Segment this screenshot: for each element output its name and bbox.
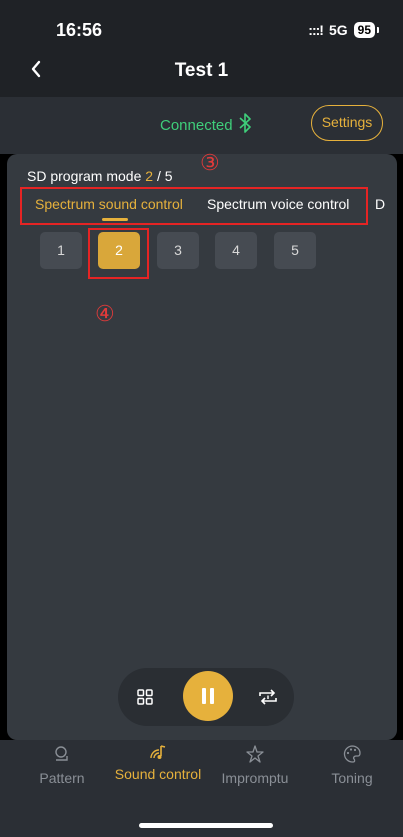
home-indicator[interactable]: [139, 823, 273, 828]
program-separator: /: [153, 168, 165, 184]
nav-item-toning[interactable]: Toning: [307, 744, 397, 786]
battery-icon: 95: [353, 22, 375, 38]
sound-control-icon: [150, 745, 166, 759]
settings-button[interactable]: Settings: [311, 105, 383, 141]
program-number-1[interactable]: 1: [40, 232, 82, 269]
pattern-icon: [55, 746, 68, 761]
nav-label-sound-control: Sound control: [114, 766, 202, 782]
program-total: 5: [164, 168, 173, 184]
grid-icon[interactable]: [137, 689, 153, 705]
program-mode-line: SD program mode 2 / 5: [27, 168, 173, 184]
tab-partial[interactable]: D: [375, 196, 385, 212]
tab-spectrum-sound-control[interactable]: Spectrum sound control: [35, 196, 183, 212]
program-number-5[interactable]: 5: [274, 232, 316, 269]
palette-icon: [343, 745, 361, 763]
repeat-one-icon[interactable]: [256, 687, 280, 707]
nav-item-impromptu[interactable]: Impromptu: [210, 744, 300, 786]
annotation-marker-4: ④: [95, 302, 115, 327]
annotation-box-number: [88, 228, 149, 279]
nav-item-pattern[interactable]: Pattern: [17, 744, 107, 786]
nav-label-impromptu: Impromptu: [221, 770, 289, 786]
bluetooth-icon: [239, 113, 251, 133]
nav-label-pattern: Pattern: [39, 770, 85, 786]
program-number-4[interactable]: 4: [215, 232, 257, 269]
signal-icon: :::!: [308, 22, 324, 38]
active-tab-indicator: [102, 218, 128, 221]
pause-icon-bar-right: [210, 688, 214, 704]
connection-status: Connected: [160, 117, 233, 134]
program-number-3[interactable]: 3: [157, 232, 199, 269]
battery-tip: [377, 27, 379, 33]
nav-item-sound-control[interactable]: Sound control: [113, 744, 203, 783]
annotation-marker-3: ③: [200, 151, 220, 176]
network-label: 5G: [328, 22, 348, 38]
program-mode-label: SD program mode: [27, 168, 142, 184]
pause-button[interactable]: [183, 671, 233, 721]
pause-icon-bar-left: [202, 688, 206, 704]
status-time: 16:56: [56, 20, 103, 40]
impromptu-icon: [246, 745, 264, 763]
nav-label-toning: Toning: [331, 770, 373, 786]
program-current: 2: [145, 168, 154, 184]
tab-spectrum-voice-control[interactable]: Spectrum voice control: [207, 196, 349, 212]
top-bar: [0, 0, 403, 97]
status-indicators: :::! 5G 95: [308, 22, 379, 38]
page-title: Test 1: [174, 60, 229, 81]
